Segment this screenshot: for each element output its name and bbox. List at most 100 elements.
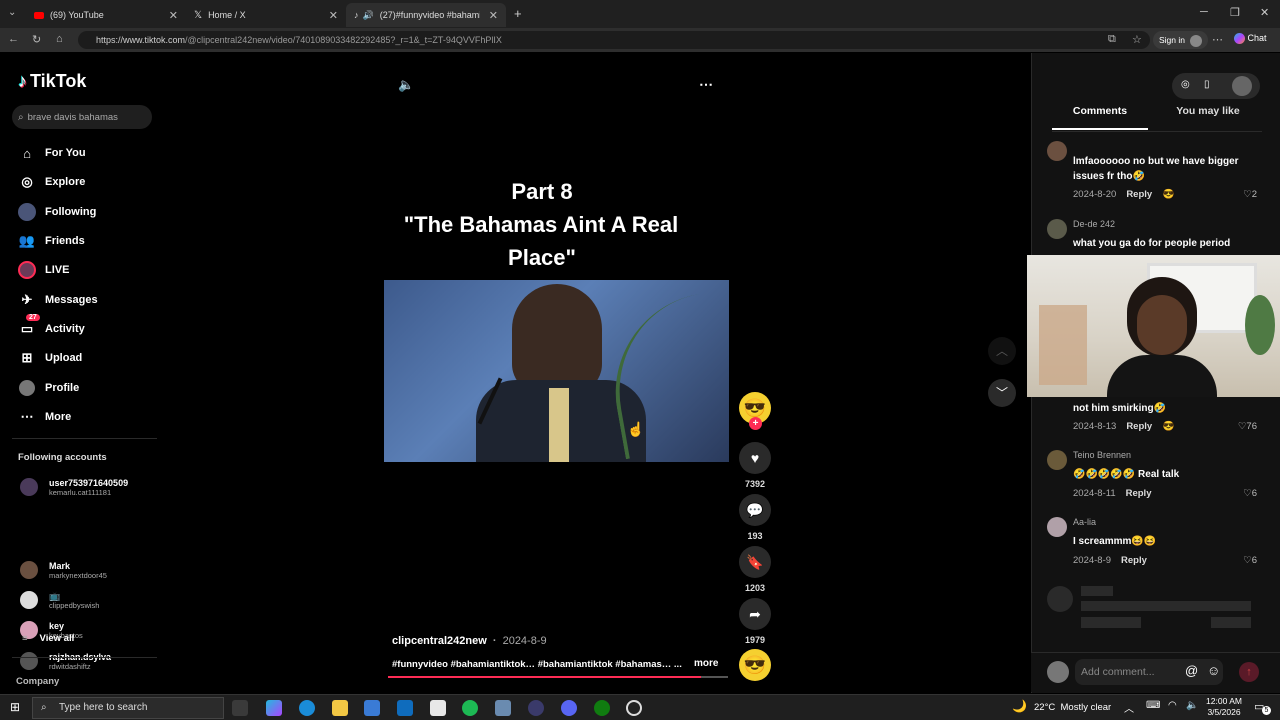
file-explorer-icon[interactable] — [332, 700, 348, 716]
account-item[interactable]: 📺 clippedbyswish — [20, 587, 99, 613]
previous-video-button[interactable]: ︿ — [988, 337, 1016, 365]
extensions-icon[interactable]: ⧉ — [1108, 33, 1116, 46]
tab-comments[interactable]: Comments — [1052, 105, 1148, 130]
reply-button[interactable]: Reply — [1126, 488, 1152, 499]
nav-messages[interactable]: ✈ Messages — [18, 289, 98, 311]
avatar[interactable] — [1047, 219, 1067, 239]
video-player[interactable] — [384, 280, 729, 462]
nav-friends[interactable]: 👥 Friends — [18, 230, 85, 252]
follow-plus-icon[interactable]: + — [749, 417, 762, 430]
tab-tiktok[interactable]: ♪ 🔊 (27)#funnyvideo #bahamiant ✕ — [346, 3, 506, 27]
close-tab-icon[interactable]: ✕ — [489, 9, 498, 22]
copilot-chat-button[interactable]: Chat — [1234, 33, 1267, 45]
task-view-icon[interactable] — [232, 700, 248, 716]
copilot-icon[interactable] — [266, 700, 282, 716]
emoji-icon[interactable]: ☺ — [1207, 663, 1220, 678]
author-name[interactable]: clipcentral242new — [392, 635, 487, 647]
device-icon[interactable]: ▯ — [1204, 79, 1210, 90]
back-icon[interactable]: ← — [8, 33, 19, 45]
tab-x[interactable]: 𝕏 Home / X ✕ — [186, 3, 346, 27]
comment-user[interactable]: Teino Brennen — [1073, 450, 1131, 460]
account-item[interactable]: rajzhan.dsylvardwitdashiftz — [20, 648, 111, 674]
wifi-icon[interactable]: ◠ — [1168, 700, 1177, 711]
obs-icon[interactable] — [626, 700, 642, 716]
url-input[interactable]: https://www.tiktok.com/@clipcentral242ne… — [78, 31, 1150, 49]
volume-icon[interactable]: 🔈 — [1186, 700, 1198, 711]
app-icon[interactable] — [495, 700, 511, 716]
store-icon[interactable] — [364, 700, 380, 716]
spotify-icon[interactable] — [462, 700, 478, 716]
reply-button[interactable]: Reply — [1126, 189, 1152, 200]
nav-for-you[interactable]: ⌂ For You — [18, 142, 85, 164]
avatar[interactable] — [1047, 517, 1067, 537]
tab-you-may-like[interactable]: You may like — [1160, 105, 1256, 130]
nav-explore[interactable]: ◎ Explore — [18, 171, 85, 193]
nav-following[interactable]: Following — [18, 201, 96, 223]
app-icon[interactable] — [528, 700, 544, 716]
nav-upload[interactable]: ⊞ Upload — [18, 347, 83, 369]
nav-activity[interactable]: ▭ 27 Activity — [18, 314, 85, 340]
comment-user[interactable]: Aa-lia — [1073, 517, 1096, 527]
save-button[interactable]: 🔖 — [739, 546, 771, 578]
close-tab-icon[interactable]: ✕ — [329, 9, 338, 22]
reply-button[interactable]: Reply — [1126, 421, 1152, 432]
favorites-icon[interactable]: ☆ — [1132, 33, 1142, 46]
discord-icon[interactable] — [561, 700, 577, 716]
comment-likes[interactable]: ♡76 — [1238, 421, 1257, 432]
company-link[interactable]: Company — [16, 676, 59, 687]
edge-icon[interactable] — [299, 700, 315, 716]
taskbar-search-box[interactable]: ⌕ Type here to search — [32, 697, 224, 719]
avatar[interactable] — [1047, 141, 1067, 161]
comment-button[interactable]: 💬 — [739, 494, 771, 526]
view-all-link[interactable]: ≡ View all — [22, 633, 74, 644]
weather-text[interactable]: 22°C Mostly clear — [1034, 702, 1111, 713]
account-item[interactable]: Mark markynextdoor45 — [20, 557, 107, 583]
search-box[interactable]: ⌕ brave davis bahamas — [12, 105, 152, 129]
comment-likes[interactable]: ♡2 — [1243, 189, 1257, 200]
share-button[interactable]: ➦ — [739, 598, 771, 630]
comment-likes[interactable]: ♡6 — [1243, 555, 1257, 566]
new-tab-icon[interactable]: + — [514, 6, 522, 21]
xbox-icon[interactable] — [594, 700, 610, 716]
signin-button[interactable]: Sign in — [1153, 31, 1209, 49]
reply-button[interactable]: Reply — [1121, 555, 1147, 566]
maximize-icon[interactable]: ❐ — [1230, 6, 1240, 19]
more-button[interactable]: more — [694, 658, 718, 669]
tiktok-logo[interactable]: ♪ TikTok — [18, 71, 86, 92]
comment-user[interactable]: De-de 242 — [1073, 219, 1115, 229]
avatar[interactable] — [1047, 450, 1067, 470]
home-browser-icon[interactable]: ⌂ — [56, 33, 63, 45]
comment-likes[interactable]: ♡6 — [1243, 488, 1257, 499]
post-comment-button[interactable]: ↑ — [1239, 662, 1259, 682]
nav-profile[interactable]: Profile — [18, 377, 79, 399]
clock[interactable]: 12:00 AM 3/5/2026 — [1204, 696, 1244, 718]
windows-start-icon[interactable]: ⊞ — [10, 700, 20, 714]
progress-bar[interactable] — [388, 676, 728, 678]
compass-small-icon[interactable]: ◎ — [1181, 79, 1190, 90]
tab-youtube[interactable]: (69) YouTube ✕ — [26, 3, 186, 27]
like-button[interactable]: ♥ — [739, 442, 771, 474]
sound-avatar[interactable]: 😎 — [739, 649, 771, 681]
close-tab-icon[interactable]: ✕ — [169, 9, 178, 22]
mention-icon[interactable]: @ — [1185, 663, 1198, 678]
add-comment-input[interactable]: Add comment... — [1075, 659, 1223, 685]
hashtags[interactable]: #funnyvideo #bahamiantiktok… #bahamianti… — [392, 659, 684, 670]
refresh-icon[interactable]: ↻ — [32, 33, 41, 46]
nav-more[interactable]: ⋯ More — [18, 406, 72, 428]
avatar[interactable] — [1232, 76, 1252, 96]
account-item[interactable]: user753971640509 kemarlu.cat111181 — [20, 474, 128, 500]
tab-actions-icon[interactable]: ⌄ — [8, 7, 16, 18]
speaker-icon[interactable]: 🔊 — [363, 10, 374, 21]
network-icon[interactable]: ⌨ — [1146, 700, 1160, 711]
outlook-icon[interactable] — [397, 700, 413, 716]
close-window-icon[interactable]: ✕ — [1260, 6, 1269, 19]
tray-chevron-icon[interactable]: ︿ — [1124, 700, 1134, 715]
volume-icon[interactable]: 🔈 — [398, 77, 414, 93]
minimize-icon[interactable]: ─ — [1200, 6, 1208, 18]
weather-icon[interactable]: 🌙 — [1012, 699, 1027, 713]
more-icon[interactable]: ⋯ — [1212, 33, 1223, 46]
notepad-icon[interactable] — [430, 700, 446, 716]
next-video-button[interactable]: ﹀ — [988, 379, 1016, 407]
video-options-icon[interactable]: ⋯ — [699, 76, 713, 93]
nav-live[interactable]: LIVE — [18, 259, 69, 281]
